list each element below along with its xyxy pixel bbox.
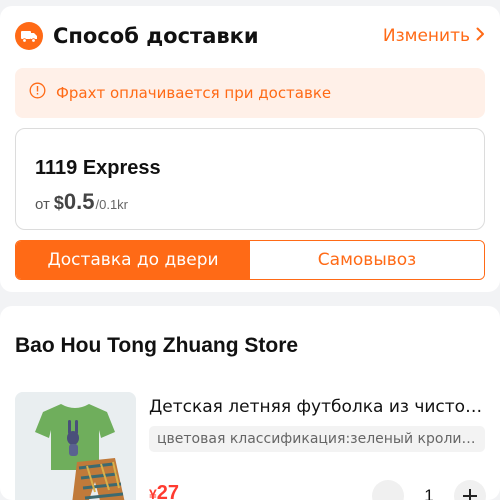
shipping-price: от $ 0.5 /0.1kr — [35, 189, 128, 215]
increase-quantity-button[interactable] — [454, 480, 486, 500]
truck-icon — [15, 22, 43, 50]
quantity-value: 1 — [424, 486, 434, 500]
decrease-quantity-button[interactable] — [372, 480, 404, 500]
shipping-price-prefix: от — [35, 196, 50, 213]
delivery-method-card: Способ доставки Изменить Фрахт оплачивае… — [0, 6, 500, 292]
product-price: ¥ 27 — [149, 482, 179, 500]
shipping-price-amount: 0.5 — [63, 189, 95, 214]
variant-text: цветовая классификация:зеленый кролик... — [157, 431, 477, 447]
shipping-price-unit: /0.1kr — [95, 197, 129, 212]
product-title[interactable]: Детская летняя футболка из чистог... — [149, 397, 489, 417]
plus-icon — [463, 483, 477, 500]
tab-door-delivery[interactable]: Доставка до двери — [16, 241, 250, 279]
shipping-option[interactable]: 1119 Express от $ 0.5 /0.1kr — [15, 128, 485, 230]
delivery-title: Способ доставки — [53, 24, 259, 48]
minus-icon — [382, 483, 394, 500]
product-image[interactable] — [15, 392, 136, 500]
product-price-value: 27 — [156, 482, 180, 500]
chevron-right-icon — [476, 26, 485, 46]
store-name: Bao Hou Tong Zhuang Store — [15, 334, 299, 357]
delivery-type-tabs: Доставка до двери Самовывоз — [15, 240, 485, 280]
change-label: Изменить — [382, 26, 470, 46]
shipping-price-currency: $ — [53, 193, 64, 213]
product-price-currency: ¥ — [149, 486, 157, 500]
freight-notice-text: Фрахт оплачивается при доставке — [56, 84, 332, 102]
quantity-stepper: 1 — [370, 478, 490, 500]
delivery-header: Способ доставки Изменить — [15, 18, 485, 54]
info-circle-icon — [29, 82, 46, 104]
variant-selector[interactable]: цветовая классификация:зеленый кролик... — [149, 426, 485, 452]
change-delivery-button[interactable]: Изменить — [383, 26, 485, 46]
carrier-name: 1119 Express — [35, 157, 161, 179]
tab-pickup[interactable]: Самовывоз — [250, 241, 484, 279]
freight-notice: Фрахт оплачивается при доставке — [15, 68, 485, 118]
store-card: Bao Hou Tong Zhuang Store Детская летняя… — [0, 306, 500, 500]
